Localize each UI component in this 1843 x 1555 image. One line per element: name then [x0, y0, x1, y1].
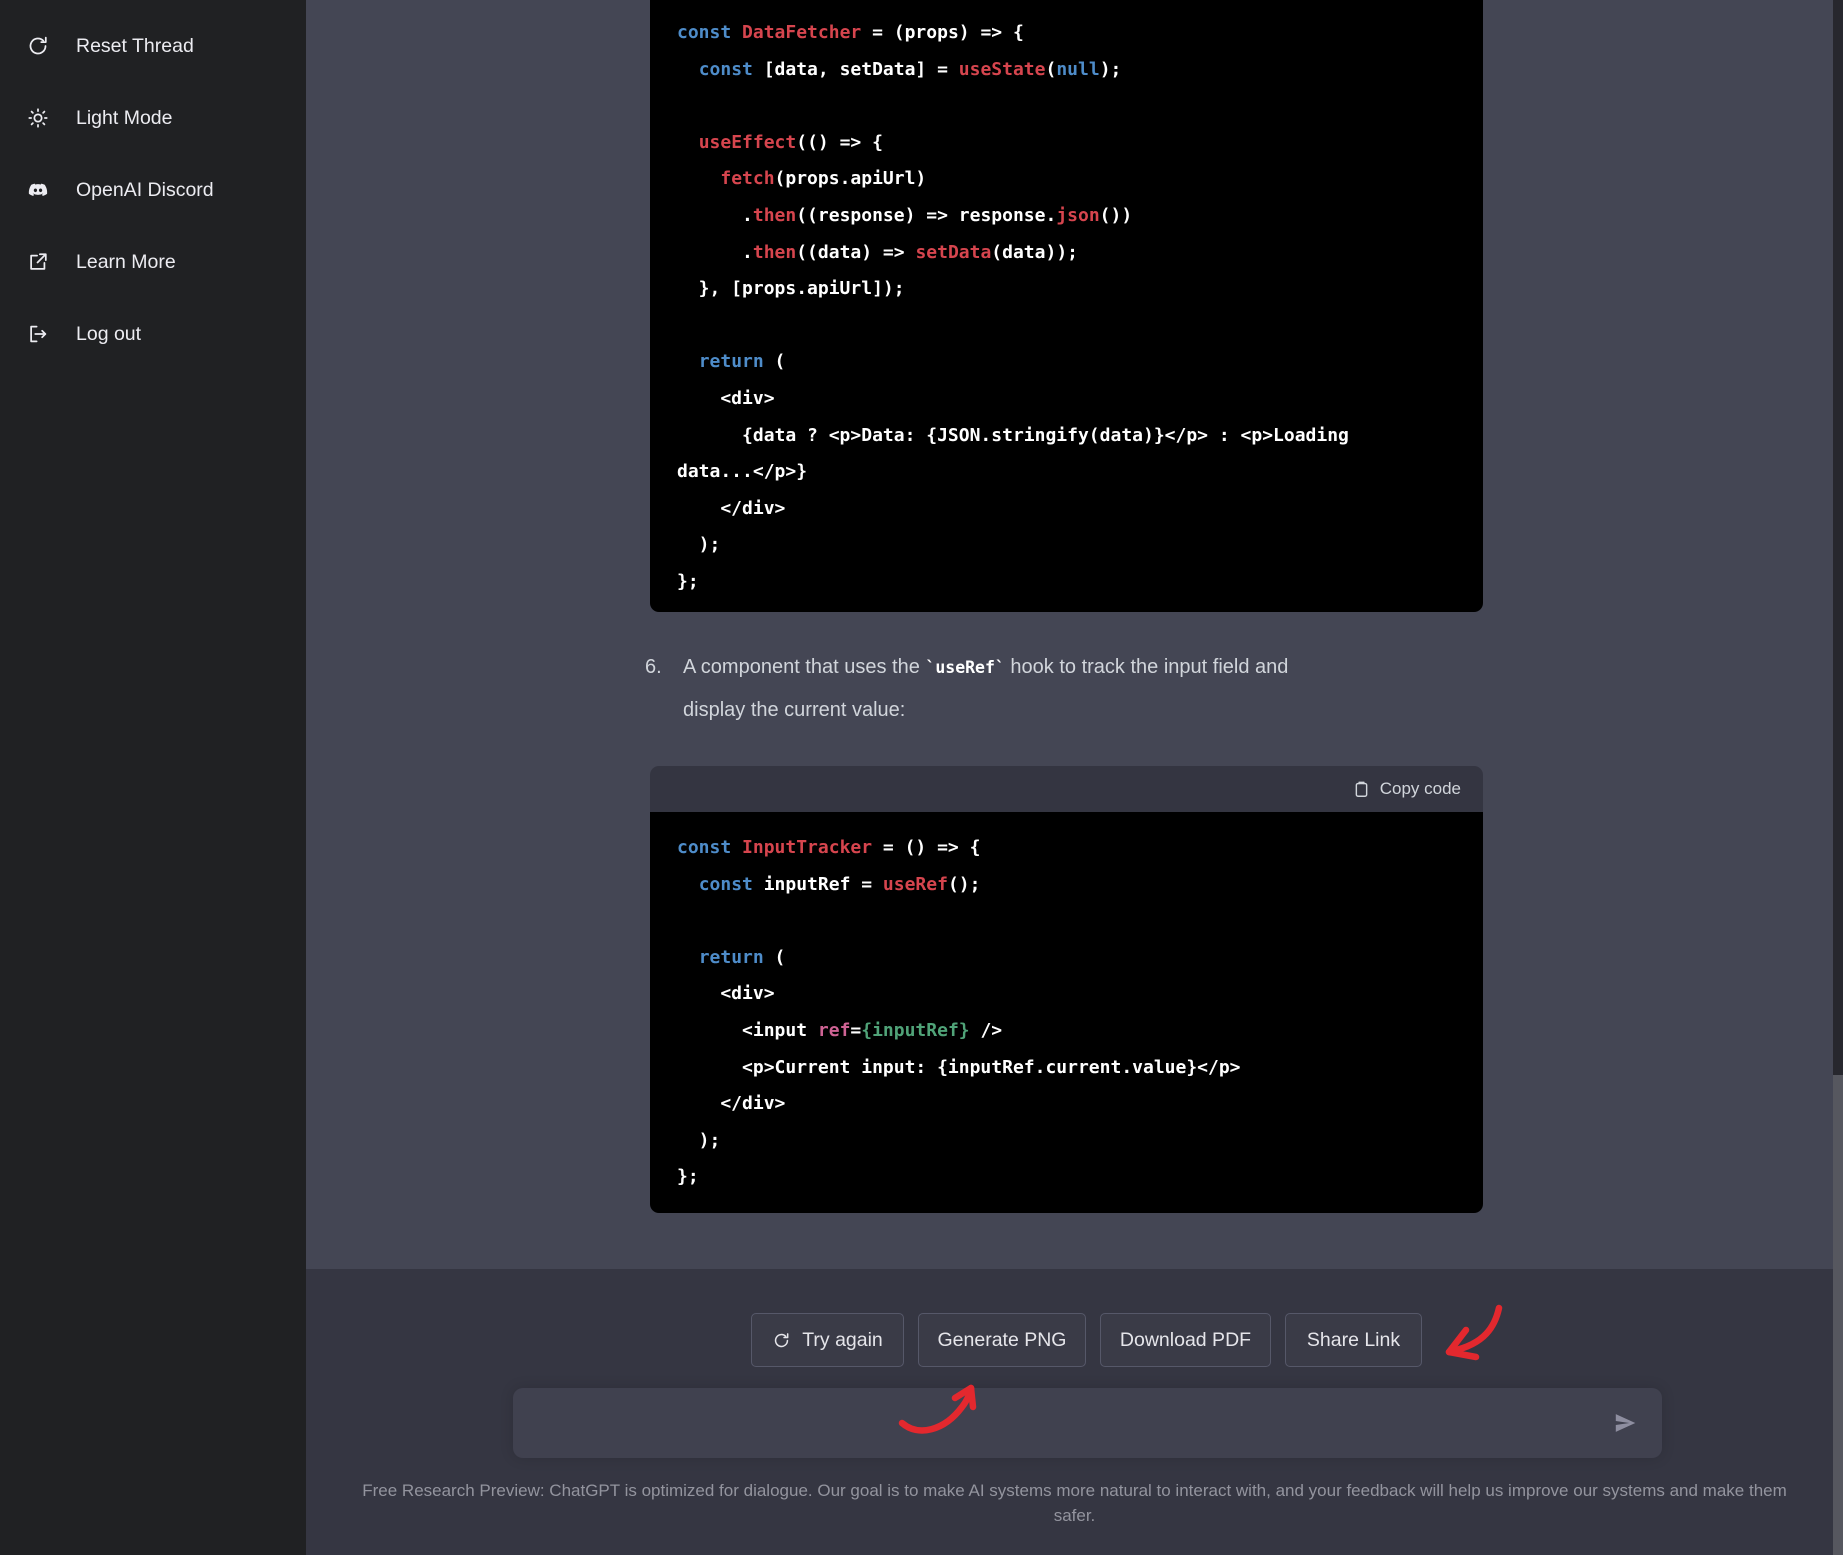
scrollbar-thumb[interactable]	[1833, 1075, 1843, 1555]
try-again-button[interactable]: Try again	[751, 1313, 904, 1367]
sidebar-item-log-out[interactable]: Log out	[10, 310, 296, 358]
sidebar-item-openai-discord[interactable]: OpenAI Discord	[10, 166, 296, 214]
sun-icon	[26, 106, 50, 130]
reset-icon	[26, 34, 50, 58]
code-block-datafetcher: const DataFetcher = (props) => { const […	[650, 0, 1483, 612]
sidebar-item-label: Light Mode	[76, 107, 172, 130]
code-line: };	[677, 564, 1456, 601]
inline-code: `useRef`	[925, 658, 1004, 677]
generate-png-button[interactable]: Generate PNG	[918, 1313, 1086, 1367]
send-icon	[1612, 1410, 1638, 1436]
code-block-inputtracker: const InputTracker = () => { const input…	[650, 812, 1483, 1213]
list-item-6: 6. A component that uses the `useRef` ho…	[645, 646, 1455, 732]
sidebar: Reset Thread Light Mode OpenAI Discord	[0, 0, 306, 1555]
clipboard-icon	[1352, 780, 1371, 799]
code-line: return (	[677, 344, 1456, 381]
chatgpt-window: Reset Thread Light Mode OpenAI Discord	[0, 0, 1843, 1555]
code-line: );	[677, 1123, 1456, 1160]
code-line	[677, 88, 1456, 125]
code-line: };	[677, 1159, 1456, 1196]
sidebar-item-learn-more[interactable]: Learn More	[10, 238, 296, 286]
code-line: <p>Current input: {inputRef.current.valu…	[677, 1050, 1456, 1087]
disclaimer-text: Free Research Preview: ChatGPT is optimi…	[306, 1478, 1843, 1528]
action-button-row: Try again Generate PNG Download PDF Shar…	[751, 1313, 1422, 1367]
logout-icon	[26, 322, 50, 346]
code-line: .then((response) => response.json())	[677, 198, 1456, 235]
copy-code-button[interactable]: Copy code	[1352, 779, 1461, 799]
code-line: data...</p>}	[677, 454, 1456, 491]
code-line: }, [props.apiUrl]);	[677, 271, 1456, 308]
refresh-icon	[772, 1331, 791, 1350]
code-line: const InputTracker = () => {	[677, 830, 1456, 867]
code-line: fetch(props.apiUrl)	[677, 161, 1456, 198]
list-item-text: A component that uses the `useRef` hook …	[683, 646, 1288, 732]
share-link-button[interactable]: Share Link	[1285, 1313, 1422, 1367]
code-line: const [data, setData] = useState(null);	[677, 52, 1456, 89]
message-input-container	[513, 1388, 1662, 1458]
code-line: .then((data) => setData(data));	[677, 235, 1456, 272]
code-line: </div>	[677, 1086, 1456, 1123]
code-line: useEffect(() => {	[677, 125, 1456, 162]
discord-icon	[26, 178, 50, 202]
code-line	[677, 308, 1456, 345]
code-line: const inputRef = useRef();	[677, 867, 1456, 904]
sidebar-item-label: Learn More	[76, 251, 176, 274]
code-line: <div>	[677, 976, 1456, 1013]
sidebar-item-reset-thread[interactable]: Reset Thread	[10, 22, 296, 70]
code-block-header: Copy code	[650, 766, 1483, 812]
download-pdf-button[interactable]: Download PDF	[1100, 1313, 1271, 1367]
sidebar-item-label: OpenAI Discord	[76, 179, 214, 202]
message-input[interactable]	[513, 1388, 1662, 1458]
code-line: <div>	[677, 381, 1456, 418]
code-line: );	[677, 527, 1456, 564]
code-line: const DataFetcher = (props) => {	[677, 15, 1456, 52]
send-button[interactable]	[1602, 1401, 1648, 1445]
copy-code-label: Copy code	[1380, 779, 1461, 799]
code-line: {data ? <p>Data: {JSON.stringify(data)}<…	[677, 418, 1456, 455]
code-line: </div>	[677, 491, 1456, 528]
sidebar-item-light-mode[interactable]: Light Mode	[10, 94, 296, 142]
list-item-number: 6.	[645, 646, 683, 732]
sidebar-item-label: Log out	[76, 323, 141, 346]
external-link-icon	[26, 250, 50, 274]
code-line	[677, 903, 1456, 940]
code-line: <input ref={inputRef} />	[677, 1013, 1456, 1050]
code-line: return (	[677, 940, 1456, 977]
sidebar-item-label: Reset Thread	[76, 35, 194, 58]
